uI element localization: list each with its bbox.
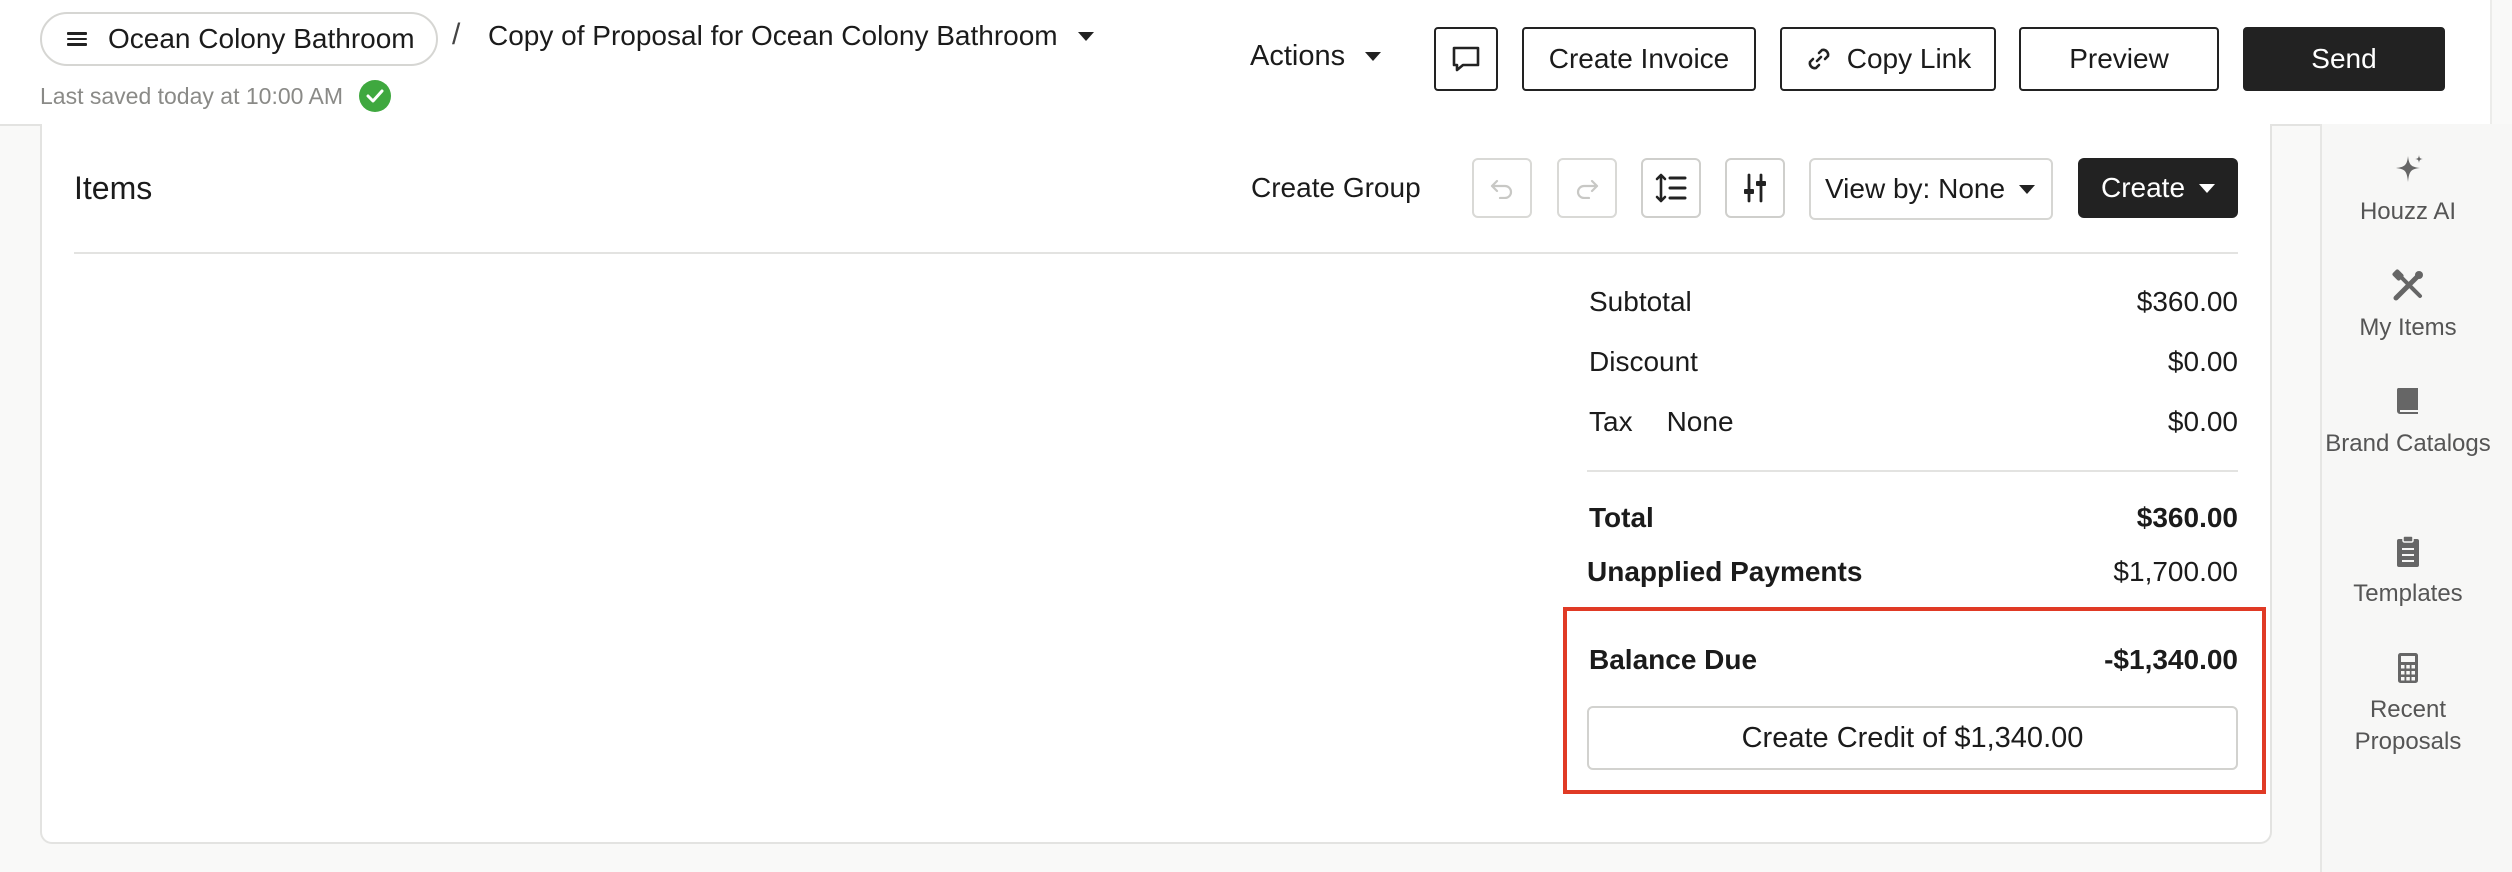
tools-icon [2392,269,2423,301]
create-invoice-button[interactable]: Create Invoice [1522,27,1756,91]
redo-button[interactable] [1557,158,1617,218]
line-spacing-icon [1655,173,1687,203]
check-circle-icon [359,80,392,112]
sparkle-icon [2396,155,2423,182]
document-title: Copy of Proposal for Ocean Colony Bathro… [488,20,1058,51]
view-by-label: View by: None [1825,173,2006,204]
subtotal-label: Subtotal [1589,286,1692,317]
clipboard-icon [2397,535,2419,567]
project-breadcrumb-button[interactable]: Ocean Colony Bathroom [40,12,438,66]
divider [74,252,2238,254]
save-status-text: Last saved today at 10:00 AM [40,82,344,109]
create-credit-button[interactable]: Create Credit of $1,340.00 [1587,706,2238,770]
unapplied-payments-label: Unapplied Payments [1587,556,1863,587]
create-dropdown-button[interactable]: Create [2078,158,2238,218]
subtotal-value: $360.00 [2136,286,2238,317]
row-spacing-button[interactable] [1641,158,1701,218]
tax-value: $0.00 [2167,406,2238,437]
total-label: Total [1589,502,1654,533]
column-settings-button[interactable] [1725,158,1785,218]
redo-icon [1576,179,1599,199]
unapplied-payments-value: $1,700.00 [2113,556,2238,587]
comment-icon [1452,46,1480,72]
book-icon [2396,388,2418,414]
items-title: Items [74,170,153,206]
project-name: Ocean Colony Bathroom [108,23,415,54]
copy-link-label: Copy Link [1846,43,1972,74]
balance-due-label: Balance Due [1589,644,1758,675]
send-button[interactable]: Send [2243,27,2445,91]
view-by-dropdown[interactable]: View by: None [1809,158,2053,220]
sidebar-item-recent-proposals[interactable]: Recent Proposals [2320,650,2496,758]
balance-due-value: -$1,340.00 [2104,644,2238,675]
save-status: Last saved today at 10:00 AM [40,80,392,112]
comment-button[interactable] [1434,27,1498,91]
subtotal-row: Subtotal $360.00 [1589,286,2238,318]
discount-label[interactable]: Discount [1589,346,1698,378]
sidebar-item-brand-catalogs[interactable]: Brand Catalogs [2320,384,2496,460]
sidebar-item-label: Templates [2353,580,2463,607]
tax-label: Tax [1589,406,1633,437]
actions-dropdown[interactable]: Actions [1250,40,1382,73]
create-group-button[interactable]: Create Group [1251,172,1421,204]
total-value: $360.00 [2136,502,2238,533]
preview-button[interactable]: Preview [2019,27,2219,91]
balance-due-row: Balance Due -$1,340.00 [1589,644,2238,676]
caret-down-icon [1077,31,1094,41]
create-label: Create [2100,172,2186,203]
sidebar-item-houzz-ai[interactable]: Houzz AI [2320,152,2496,228]
sidebar-item-my-items[interactable]: My Items [2320,268,2496,344]
tax-rate-selector[interactable]: None [1667,406,1734,438]
actions-label: Actions [1250,40,1346,72]
caret-down-icon [2199,183,2216,193]
top-header: Ocean Colony Bathroom / Copy of Proposal… [0,0,2490,126]
breadcrumb-separator: / [452,18,461,51]
calculator-icon [2398,653,2418,683]
discount-value: $0.00 [2167,346,2238,377]
menu-icon [64,28,90,50]
link-icon [1808,48,1830,70]
sidebar-item-templates[interactable]: Templates [2320,534,2496,610]
sliders-icon [1744,173,1766,203]
undo-icon [1490,179,1513,199]
tax-row: Tax None $0.00 [1589,406,2238,438]
copy-link-button[interactable]: Copy Link [1780,27,1996,91]
sidebar-item-label: Brand Catalogs [2325,430,2491,457]
undo-button[interactable] [1472,158,1532,218]
total-row: Total $360.00 [1589,502,2238,534]
unapplied-payments-row: Unapplied Payments $1,700.00 [1587,556,2238,588]
caret-down-icon [2019,184,2036,194]
divider [1587,470,2238,472]
right-sidebar [2320,124,2512,872]
sidebar-item-label: My Items [2359,314,2457,341]
caret-down-icon [1365,52,1382,61]
sidebar-item-label: Houzz AI [2359,198,2457,225]
rail-separator [2490,0,2492,124]
sidebar-item-label: Recent Proposals [2354,696,2462,755]
discount-row: Discount $0.00 [1589,346,2238,378]
document-title-dropdown[interactable]: Copy of Proposal for Ocean Colony Bathro… [488,20,1094,52]
